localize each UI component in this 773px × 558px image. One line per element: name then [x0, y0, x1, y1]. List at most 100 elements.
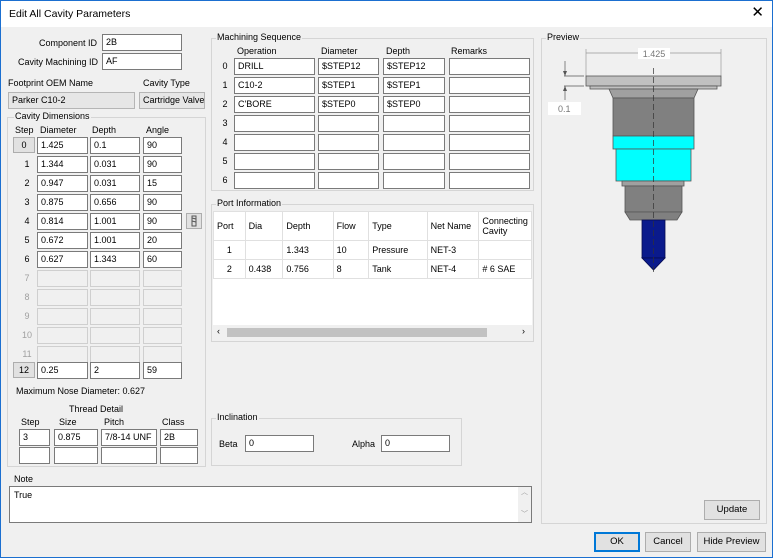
op-diameter-6[interactable]	[318, 172, 379, 189]
thread-pitch-header: Pitch	[104, 417, 125, 427]
cavity-diameter-5[interactable]: 0.672	[37, 232, 88, 249]
cavity-diameter-6[interactable]: 0.627	[37, 251, 88, 268]
cavity-depth-7	[90, 270, 140, 287]
cavity-depth-6[interactable]: 1.343	[90, 251, 140, 268]
thread-pitch-input-2[interactable]	[101, 447, 157, 464]
inclination-title: Inclination	[216, 412, 259, 422]
step-12-button[interactable]: 12	[13, 362, 35, 378]
cavity-depth-2[interactable]: 0.031	[90, 175, 140, 192]
op-index-1: 1	[222, 80, 228, 90]
cavity-depth-5[interactable]: 1.001	[90, 232, 140, 249]
cavity-depth-3[interactable]: 0.656	[90, 194, 140, 211]
scroll-down-icon[interactable]: ﹀	[521, 509, 528, 519]
cavity-angle-3[interactable]: 90	[143, 194, 182, 211]
op-diameter-0[interactable]: $STEP12	[318, 58, 379, 75]
op-depth-1[interactable]: $STEP1	[383, 77, 445, 94]
op-operation-2[interactable]: C'BORE	[234, 96, 315, 113]
step-0-button[interactable]: 0	[13, 137, 35, 153]
ok-button[interactable]: OK	[594, 532, 640, 552]
port-horizontal-scrollbar[interactable]: ‹ ›	[213, 325, 532, 340]
op-operation-0[interactable]: DRILL	[234, 58, 315, 75]
port-cell-cavity[interactable]: # 6 SAE	[478, 259, 532, 279]
beta-input[interactable]: 0	[245, 435, 314, 452]
cavity-depth-0[interactable]: 0.1	[90, 137, 140, 154]
close-icon[interactable]: ✕	[751, 5, 764, 20]
op-remarks-4[interactable]	[449, 134, 530, 151]
scroll-left-icon[interactable]: ‹	[217, 326, 220, 336]
op-depth-2[interactable]: $STEP0	[383, 96, 445, 113]
op-operation-5[interactable]	[234, 153, 315, 170]
port-cell-cavity[interactable]	[478, 240, 532, 260]
cavity-depth-4[interactable]: 1.001	[90, 213, 140, 230]
port-cell-type[interactable]: Pressure	[368, 240, 428, 260]
op-diameter-1[interactable]: $STEP1	[318, 77, 379, 94]
op-depth-3[interactable]	[383, 115, 445, 132]
port-cell-dia[interactable]	[244, 240, 284, 260]
port-cell-depth[interactable]: 1.343	[282, 240, 334, 260]
cavity-diameter-2[interactable]: 0.947	[37, 175, 88, 192]
thread-step-input[interactable]: 3	[19, 429, 50, 446]
cancel-button[interactable]: Cancel	[645, 532, 691, 552]
cavity-diameter-0[interactable]: 1.425	[37, 137, 88, 154]
cavity-machining-id-input[interactable]: AF	[102, 53, 182, 70]
thread-step-input-2[interactable]	[19, 447, 50, 464]
port-cell-net[interactable]: NET-4	[426, 259, 480, 279]
op-depth-5[interactable]	[383, 153, 445, 170]
op-operation-1[interactable]: C10-2	[234, 77, 315, 94]
cavity-angle-1[interactable]: 90	[143, 156, 182, 173]
hide-preview-button[interactable]: Hide Preview	[697, 532, 766, 552]
update-button[interactable]: Update	[704, 500, 760, 520]
cavity-angle-5[interactable]: 20	[143, 232, 182, 249]
scrollbar-thumb[interactable]	[227, 328, 487, 337]
port-cell-flow[interactable]: 10	[332, 240, 370, 260]
port-cell-port[interactable]: 1	[213, 240, 246, 260]
cavity-angle-6[interactable]: 60	[143, 251, 182, 268]
op-diameter-4[interactable]	[318, 134, 379, 151]
thread-size-input[interactable]: 0.875	[54, 429, 98, 446]
cavity-diameter-1[interactable]: 1.344	[37, 156, 88, 173]
op-depth-0[interactable]: $STEP12	[383, 58, 445, 75]
cavity-angle-12[interactable]: 59	[143, 362, 182, 379]
cavity-diameter-4[interactable]: 0.814	[37, 213, 88, 230]
cavity-angle-4[interactable]: 90	[143, 213, 182, 230]
note-textarea[interactable]: True ︿ ﹀	[9, 486, 532, 523]
op-depth-4[interactable]	[383, 134, 445, 151]
alpha-input[interactable]: 0	[381, 435, 450, 452]
scroll-up-icon[interactable]: ︿	[521, 487, 528, 497]
op-operation-4[interactable]	[234, 134, 315, 151]
table-row[interactable]: 2 0.438 0.756 8 Tank NET-4 # 6 SAE	[213, 259, 532, 279]
op-remarks-2[interactable]	[449, 96, 530, 113]
cavity-angle-2[interactable]: 15	[143, 175, 182, 192]
thread-pitch-input[interactable]: 7/8-14 UNF	[101, 429, 157, 446]
port-cell-net[interactable]: NET-3	[426, 240, 480, 260]
op-operation-6[interactable]	[234, 172, 315, 189]
component-id-input[interactable]: 2B	[102, 34, 182, 51]
cavity-depth-12[interactable]: 2	[90, 362, 140, 379]
op-depth-6[interactable]	[383, 172, 445, 189]
op-diameter-3[interactable]	[318, 115, 379, 132]
cavity-diameter-12[interactable]: 0.25	[37, 362, 88, 379]
port-cell-port[interactable]: 2	[213, 259, 246, 279]
scroll-right-icon[interactable]: ›	[522, 326, 525, 336]
op-remarks-1[interactable]	[449, 77, 530, 94]
op-diameter-2[interactable]: $STEP0	[318, 96, 379, 113]
cavity-diameter-3[interactable]: 0.875	[37, 194, 88, 211]
port-cell-flow[interactable]: 8	[332, 259, 370, 279]
port-cell-depth[interactable]: 0.756	[282, 259, 334, 279]
op-diameter-5[interactable]	[318, 153, 379, 170]
table-row[interactable]: 1 1.343 10 Pressure NET-3	[213, 240, 532, 260]
op-remarks-5[interactable]	[449, 153, 530, 170]
thread-class-input-2[interactable]	[160, 447, 198, 464]
note-scrollbar[interactable]: ︿ ﹀	[518, 487, 531, 522]
op-remarks-6[interactable]	[449, 172, 530, 189]
op-remarks-3[interactable]	[449, 115, 530, 132]
op-operation-3[interactable]	[234, 115, 315, 132]
thread-size-input-2[interactable]	[54, 447, 98, 464]
port-cell-dia[interactable]: 0.438	[244, 259, 284, 279]
port-cell-type[interactable]: Tank	[368, 259, 428, 279]
cavity-angle-0[interactable]: 90	[143, 137, 182, 154]
thread-class-input[interactable]: 2B	[160, 429, 198, 446]
thread-edit-button[interactable]	[186, 213, 202, 229]
op-remarks-0[interactable]	[449, 58, 530, 75]
cavity-depth-1[interactable]: 0.031	[90, 156, 140, 173]
